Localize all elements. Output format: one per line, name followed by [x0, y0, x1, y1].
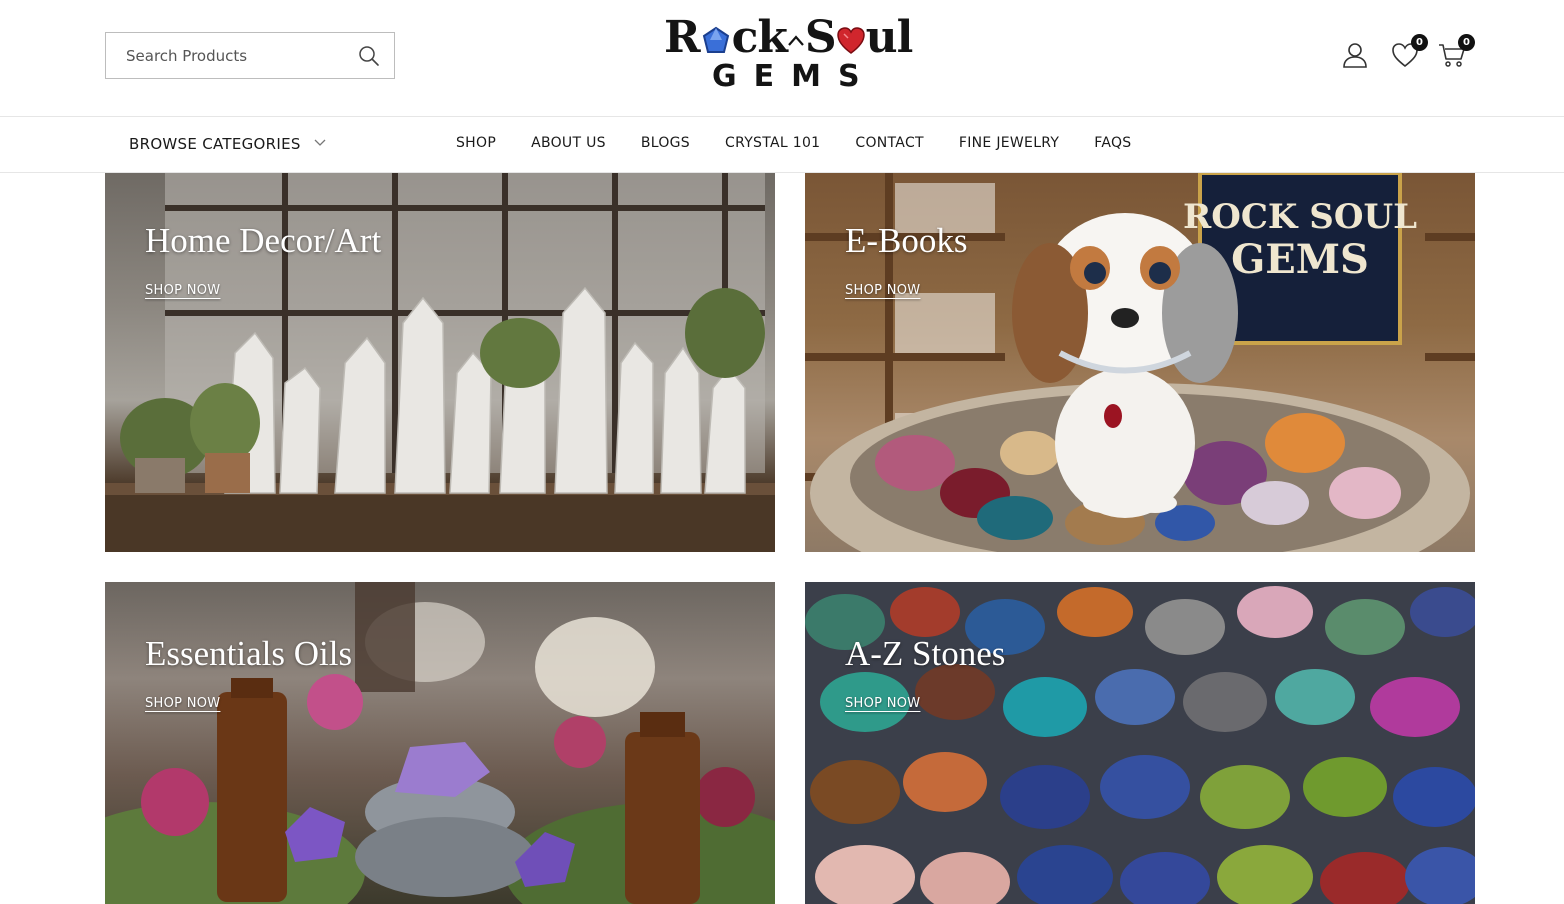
- shop-now-link[interactable]: SHOP NOW: [145, 283, 220, 298]
- wishlist-button[interactable]: 0: [1390, 34, 1428, 70]
- nav-links: SHOP ABOUT US BLOGS CRYSTAL 101 CONTACT …: [456, 135, 1132, 157]
- browse-categories-dropdown[interactable]: BROWSE CATEGORIES: [129, 135, 326, 157]
- nav-link-contact[interactable]: CONTACT: [855, 135, 924, 157]
- nav-link-shop[interactable]: SHOP: [456, 135, 496, 157]
- shop-now-link[interactable]: SHOP NOW: [845, 696, 920, 711]
- svg-text:GEMS: GEMS: [1231, 236, 1369, 283]
- logo-subtitle: GEMS: [712, 59, 877, 94]
- account-icon[interactable]: [1340, 40, 1370, 70]
- category-card-e-books[interactable]: ROCK SOUL GEMS E-Books SHOP NOW: [805, 173, 1475, 552]
- search-input[interactable]: [106, 33, 346, 78]
- rock-n-soul-emblem-icon: [788, 34, 804, 46]
- category-card-a-z-stones[interactable]: A-Z Stones SHOP NOW: [805, 582, 1475, 904]
- site-logo[interactable]: Rck Sul GEMS: [664, 14, 916, 96]
- cart-count-badge: 0: [1458, 34, 1475, 51]
- category-title: Home Decor/Art: [145, 221, 382, 260]
- cart-button[interactable]: 0: [1437, 34, 1475, 70]
- category-title: E-Books: [845, 221, 968, 260]
- blue-gem-icon: [702, 26, 729, 53]
- category-title: A-Z Stones: [845, 634, 1006, 673]
- nav-link-faqs[interactable]: FAQS: [1094, 135, 1131, 157]
- search-box: [105, 32, 395, 79]
- shop-now-link[interactable]: SHOP NOW: [145, 696, 220, 711]
- browse-categories-label: BROWSE CATEGORIES: [129, 135, 301, 153]
- shop-now-link[interactable]: SHOP NOW: [845, 283, 920, 298]
- essential-oils-image: [105, 582, 775, 904]
- category-card-essentials-oils[interactable]: Essentials Oils SHOP NOW: [105, 582, 775, 904]
- category-card-home-decor[interactable]: Home Decor/Art SHOP NOW: [105, 173, 775, 552]
- chevron-down-icon: [314, 139, 326, 146]
- nav-link-fine-jewelry[interactable]: FINE JEWELRY: [959, 135, 1059, 157]
- nav-link-blogs[interactable]: BLOGS: [641, 135, 690, 157]
- tumbled-stones-image: [805, 586, 1475, 904]
- nav-link-crystal-101[interactable]: CRYSTAL 101: [725, 135, 820, 157]
- logo-wordmark: Rck Sul: [664, 12, 913, 63]
- wishlist-count-badge: 0: [1411, 34, 1428, 51]
- nav-link-about-us[interactable]: ABOUT US: [531, 135, 606, 157]
- svg-text:ROCK SOUL: ROCK SOUL: [1183, 197, 1417, 237]
- red-heart-gem-icon: [836, 26, 865, 54]
- site-header: RckSul GEMS 0 0: [0, 0, 1564, 117]
- main-navigation: BROWSE CATEGORIES SHOP ABOUT US BLOGS CR…: [0, 117, 1564, 173]
- category-title: Essentials Oils: [145, 634, 353, 673]
- search-icon[interactable]: [358, 45, 380, 67]
